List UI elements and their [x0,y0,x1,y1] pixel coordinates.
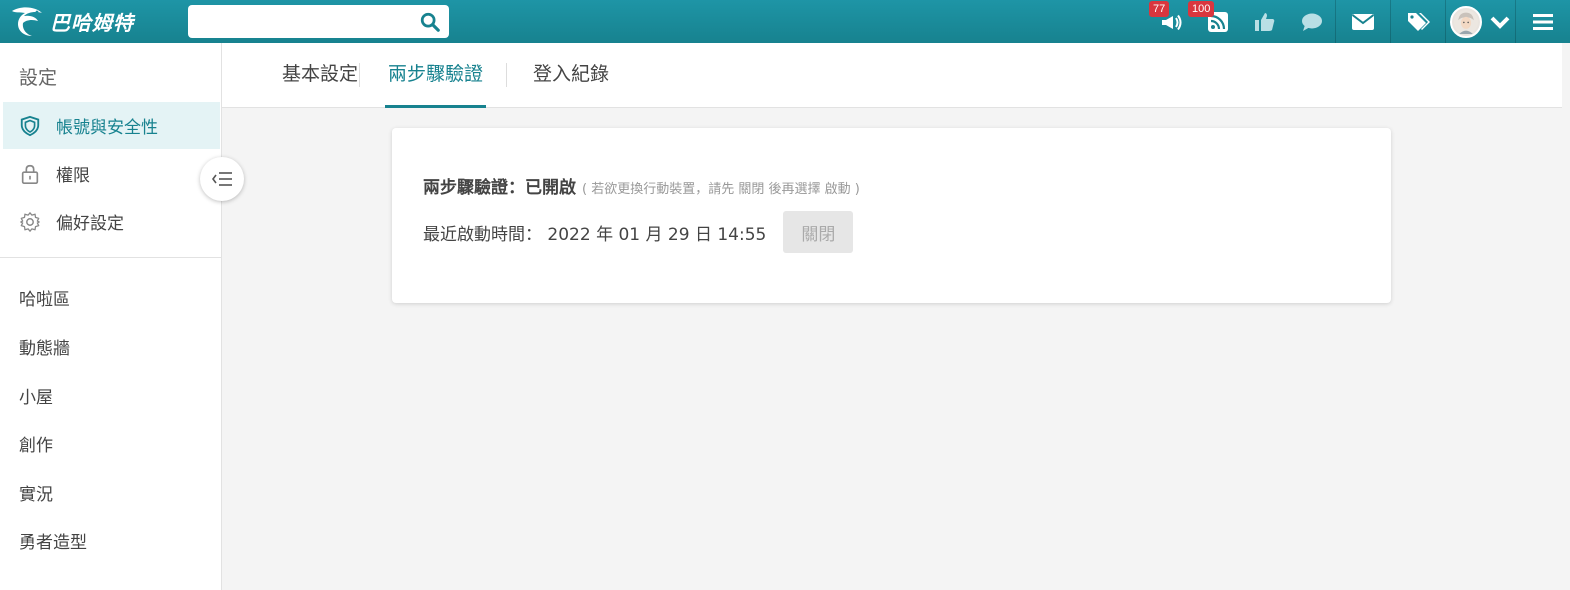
tags-button[interactable] [1390,0,1445,43]
settings-tabs: 基本設定 兩步驟驗證 登入紀錄 [222,43,1562,108]
sidebar-link-avatar-style[interactable]: 勇者造型 [19,528,87,553]
verification-hint: ( 若欲更換行動裝置，請先 關閉 後再選擇 啟動 ) [582,182,860,197]
sidebar-item-permissions[interactable]: 權限 [3,150,220,197]
tab-two-step-verification[interactable]: 兩步驟驗證 [385,43,486,108]
mail-button[interactable] [1335,0,1390,43]
gear-icon [20,211,40,232]
sidebar-link-live[interactable]: 實況 [19,480,53,505]
tab-basic-settings[interactable]: 基本設定 [260,43,380,108]
lock-icon [21,164,39,184]
subscriptions-button[interactable]: 100 [1188,0,1241,43]
sidebar-title: 設定 [19,67,58,89]
subscription-count-badge: 100 [1188,1,1215,17]
user-menu-button[interactable] [1445,0,1515,43]
mail-icon [1351,13,1375,30]
site-logo[interactable]: 巴哈姆特 [8,3,134,39]
settings-sidebar: 設定 帳號與安全性 權限 偏好設定 哈啦區 動態牆 小屋 創作 實況 勇者造型 [0,43,222,590]
tab-divider [506,63,507,87]
two-step-verification-card: 兩步驟驗證：已開啟 ( 若欲更換行動裝置，請先 關閉 後再選擇 啟動 ) 最近啟… [392,128,1391,303]
chevron-down-icon [1490,16,1509,29]
tab-divider [359,63,360,87]
sidebar-item-label: 帳號與安全性 [56,118,158,138]
user-avatar-icon [1453,9,1478,34]
main-menu-button[interactable] [1515,0,1570,43]
chat-icon [1301,13,1322,31]
sidebar-divider [0,257,221,258]
search-input[interactable] [188,5,449,38]
recent-activation-time: 最近啟動時間： 2022 年 01 月 29 日 14:55 [423,224,767,245]
collapse-sidebar-button[interactable] [200,157,244,201]
sidebar-link-creation[interactable]: 創作 [19,431,53,456]
gp-button[interactable] [1241,0,1288,43]
top-nav-bar: 巴哈姆特 77 100 [0,0,1570,43]
close-verification-button[interactable]: 關閉 [783,211,854,253]
messages-button[interactable] [1288,0,1335,43]
tags-icon [1408,12,1430,31]
sidebar-link-home[interactable]: 小屋 [19,383,53,408]
collapse-menu-icon [212,172,232,186]
sidebar-item-account-security[interactable]: 帳號與安全性 [3,102,220,149]
sidebar-item-label: 偏好設定 [56,214,124,234]
sidebar-item-label: 權限 [56,166,90,186]
verification-status: 兩步驟驗證：已開啟 [423,178,576,198]
shield-icon [20,115,40,136]
menu-icon [1533,13,1553,30]
sidebar-item-preferences[interactable]: 偏好設定 [3,198,220,245]
sidebar-link-activity-wall[interactable]: 動態牆 [19,334,70,359]
notification-count-badge: 77 [1149,1,1170,17]
search-icon[interactable] [419,11,441,33]
thumbs-up-icon [1254,12,1274,31]
avatar [1449,5,1482,38]
dragon-logo-icon [12,7,42,36]
logo-text: 巴哈姆特 [50,10,134,35]
tab-login-history[interactable]: 登入紀錄 [527,43,615,108]
sidebar-link-forum[interactable]: 哈啦區 [19,285,70,310]
notifications-button[interactable]: 77 [1147,0,1194,43]
